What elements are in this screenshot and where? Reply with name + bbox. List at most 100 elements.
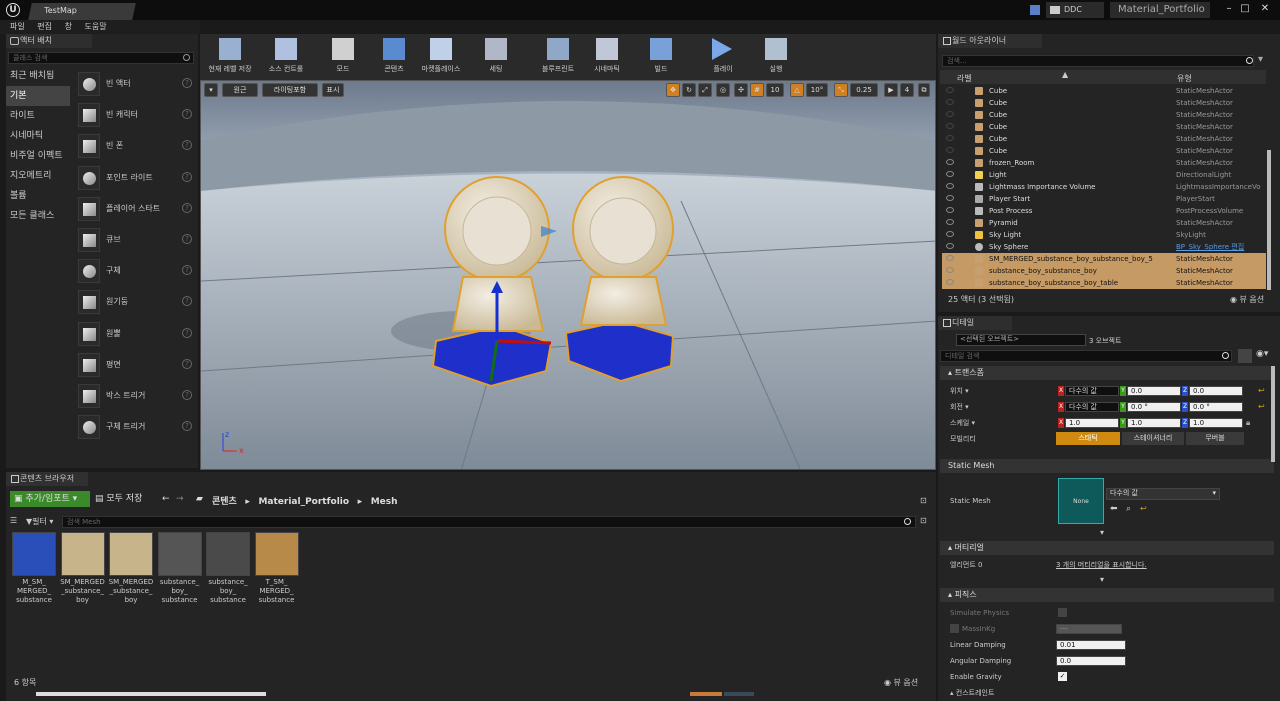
help-icon[interactable]: ? [182, 327, 192, 338]
location-x-field[interactable]: 다수의 값 [1065, 386, 1119, 396]
rotation-x-field[interactable]: 다수의 값 [1065, 402, 1119, 412]
enable-gravity-checkbox[interactable]: ✓ [1058, 672, 1067, 681]
help-icon[interactable]: ? [182, 390, 192, 400]
section-transform[interactable]: ▴ 트랜스폼 [940, 366, 1274, 380]
translate-mode-icon[interactable]: ✥ [666, 83, 680, 97]
menu-edit[interactable]: 편집 [37, 20, 52, 34]
rotation-y-field[interactable]: 0.0 ° [1127, 402, 1181, 412]
linear-damping-field[interactable]: 0.01 [1056, 640, 1126, 650]
outliner-row[interactable]: frozen_Room StaticMeshActor [942, 157, 1266, 169]
maximize-viewport-icon[interactable]: ⧉ [918, 83, 930, 97]
details-view-options-icon[interactable]: ◉▾ [1256, 349, 1268, 359]
section-constraints[interactable]: ▴ 컨스트레인트 [950, 688, 994, 698]
scale-snap-value[interactable]: 0.25 [850, 83, 878, 97]
help-icon[interactable]: ? [182, 296, 192, 307]
toolbar-cinematic-button[interactable]: 시네마틱 [584, 34, 630, 80]
source-control-icon[interactable] [1030, 5, 1040, 15]
toolbar-launch-button[interactable]: 실행 [752, 34, 800, 80]
static-mesh-dropdown[interactable]: 다수의 값 ▾ [1106, 488, 1220, 500]
asset-thumbnail[interactable] [12, 532, 56, 576]
expand-arrow-icon[interactable]: ▾ [1100, 575, 1104, 584]
place-item[interactable]: 원기둥? [74, 287, 196, 317]
place-item[interactable]: 구체? [74, 256, 196, 286]
location-y-field[interactable]: 0.0 [1127, 386, 1181, 396]
toolbar-source-control-button[interactable]: 소스 컨트롤 [258, 34, 314, 80]
forward-arrow-icon[interactable]: → [176, 491, 184, 507]
category-volumes[interactable]: 볼륨 [6, 186, 70, 206]
horizontal-scrollbar[interactable] [36, 692, 266, 696]
tab-level[interactable]: TestMap [28, 3, 136, 20]
help-icon[interactable]: ? [182, 140, 192, 151]
category-lights[interactable]: 라이트 [6, 106, 70, 126]
column-type-header[interactable]: 유형 [1177, 73, 1192, 84]
tab-world-outliner[interactable]: 월드 아웃라이너 [938, 34, 1042, 48]
outliner-scrollbar[interactable] [1267, 150, 1271, 290]
eye-icon[interactable] [946, 183, 954, 189]
eye-icon[interactable] [946, 171, 954, 177]
eye-icon[interactable] [946, 135, 954, 141]
property-matrix-icon[interactable] [1238, 349, 1252, 363]
place-item[interactable]: 박스 트리거? [74, 381, 196, 411]
eye-icon[interactable] [946, 243, 954, 249]
close-icon[interactable]: ✕ [1258, 2, 1272, 16]
toolbar-content-button[interactable]: 콘텐츠 [372, 34, 416, 80]
toolbar-blueprint-button[interactable]: 블루프린트 [532, 34, 584, 80]
scale-z-field[interactable]: 1.0 [1189, 418, 1243, 428]
filters-button[interactable]: ▼필터 ▾ [26, 516, 53, 527]
gizmo-x-axis[interactable] [496, 339, 552, 345]
minimize-icon[interactable]: – [1222, 2, 1236, 16]
world-local-icon[interactable]: ◎ [716, 83, 730, 97]
details-search-input[interactable]: 디테일 검색 [940, 350, 1232, 362]
save-all-button[interactable]: ▤ 모두 저장 [95, 491, 142, 507]
lighting-mode-button[interactable]: 라이팅포함 [262, 83, 318, 97]
grid-snap-value[interactable]: 10 [766, 83, 784, 97]
scale-mode-icon[interactable]: ⤢ [698, 83, 712, 97]
reset-location-icon[interactable]: ↩ [1258, 386, 1265, 395]
asset-thumbnail[interactable] [60, 532, 105, 576]
menu-help[interactable]: 도움말 [84, 20, 106, 34]
outliner-row[interactable]: Cube StaticMeshActor [942, 97, 1266, 109]
breadcrumb-content[interactable]: 콘텐츠 [212, 497, 237, 507]
mobility-stationary-button[interactable]: 스테이셔너리 [1122, 432, 1184, 445]
help-icon[interactable]: ? [182, 265, 192, 276]
maximize-icon[interactable]: □ [1238, 2, 1252, 16]
lock-icon[interactable]: ⊡ [920, 496, 927, 505]
help-icon[interactable]: ? [182, 234, 192, 244]
rotation-snap-icon[interactable]: △ [790, 83, 804, 97]
browse-icon[interactable]: ⌕ [1126, 504, 1131, 514]
unreal-logo-icon[interactable]: U [6, 3, 20, 17]
category-all-classes[interactable]: 모든 클래스 [6, 206, 70, 226]
scale-snap-icon[interactable]: ⤡ [834, 83, 848, 97]
asset-thumbnail[interactable] [109, 532, 153, 576]
column-label-header[interactable]: 라벨 [957, 73, 972, 84]
outliner-row[interactable]: Cube StaticMeshActor [942, 109, 1266, 121]
add-import-button[interactable]: ▣ 추가/임포트 ▾ [10, 491, 90, 507]
section-static-mesh[interactable]: Static Mesh [940, 459, 1274, 473]
mobility-static-button[interactable]: 스태틱 [1056, 432, 1120, 445]
scale-x-field[interactable]: 1.0 [1065, 418, 1119, 428]
toolbar-play-button[interactable]: 플레이 [698, 34, 748, 80]
outliner-row[interactable]: Sky Sphere BP_Sky_Sphere 편집 [942, 241, 1266, 253]
back-arrow-icon[interactable]: ← [162, 491, 170, 507]
lock-scale-icon[interactable]: 🔒︎ [1246, 418, 1250, 428]
outliner-row[interactable]: Lightmass Importance Volume LightmassImpo… [942, 181, 1266, 193]
help-icon[interactable]: ? [182, 202, 192, 213]
eye-icon[interactable] [946, 195, 954, 201]
reset-mesh-icon[interactable]: ↩ [1140, 504, 1147, 513]
section-physics[interactable]: ▴ 피직스 [940, 588, 1274, 602]
place-item[interactable]: 구체 트리거? [74, 412, 196, 442]
expand-arrow-icon[interactable]: ▾ [1100, 528, 1104, 537]
eye-icon[interactable] [946, 99, 954, 105]
breadcrumb-material-portfolio[interactable]: Material_Portfolio [258, 497, 349, 507]
sources-toggle-icon[interactable]: ☰ [10, 516, 17, 525]
camera-speed-icon[interactable]: ▶ [884, 83, 898, 97]
eye-icon[interactable] [946, 231, 954, 237]
toolbar-save-button[interactable]: 현재 레벨 저장 [206, 34, 254, 80]
eye-icon[interactable] [946, 159, 954, 165]
category-recent[interactable]: 최근 배치됨 [6, 66, 70, 86]
eye-icon[interactable] [946, 255, 954, 261]
static-mesh-thumbnail[interactable]: None [1058, 478, 1104, 524]
eye-icon[interactable] [946, 123, 954, 129]
asset-thumbnail[interactable] [206, 532, 250, 576]
rotation-snap-value[interactable]: 10° [806, 83, 828, 97]
